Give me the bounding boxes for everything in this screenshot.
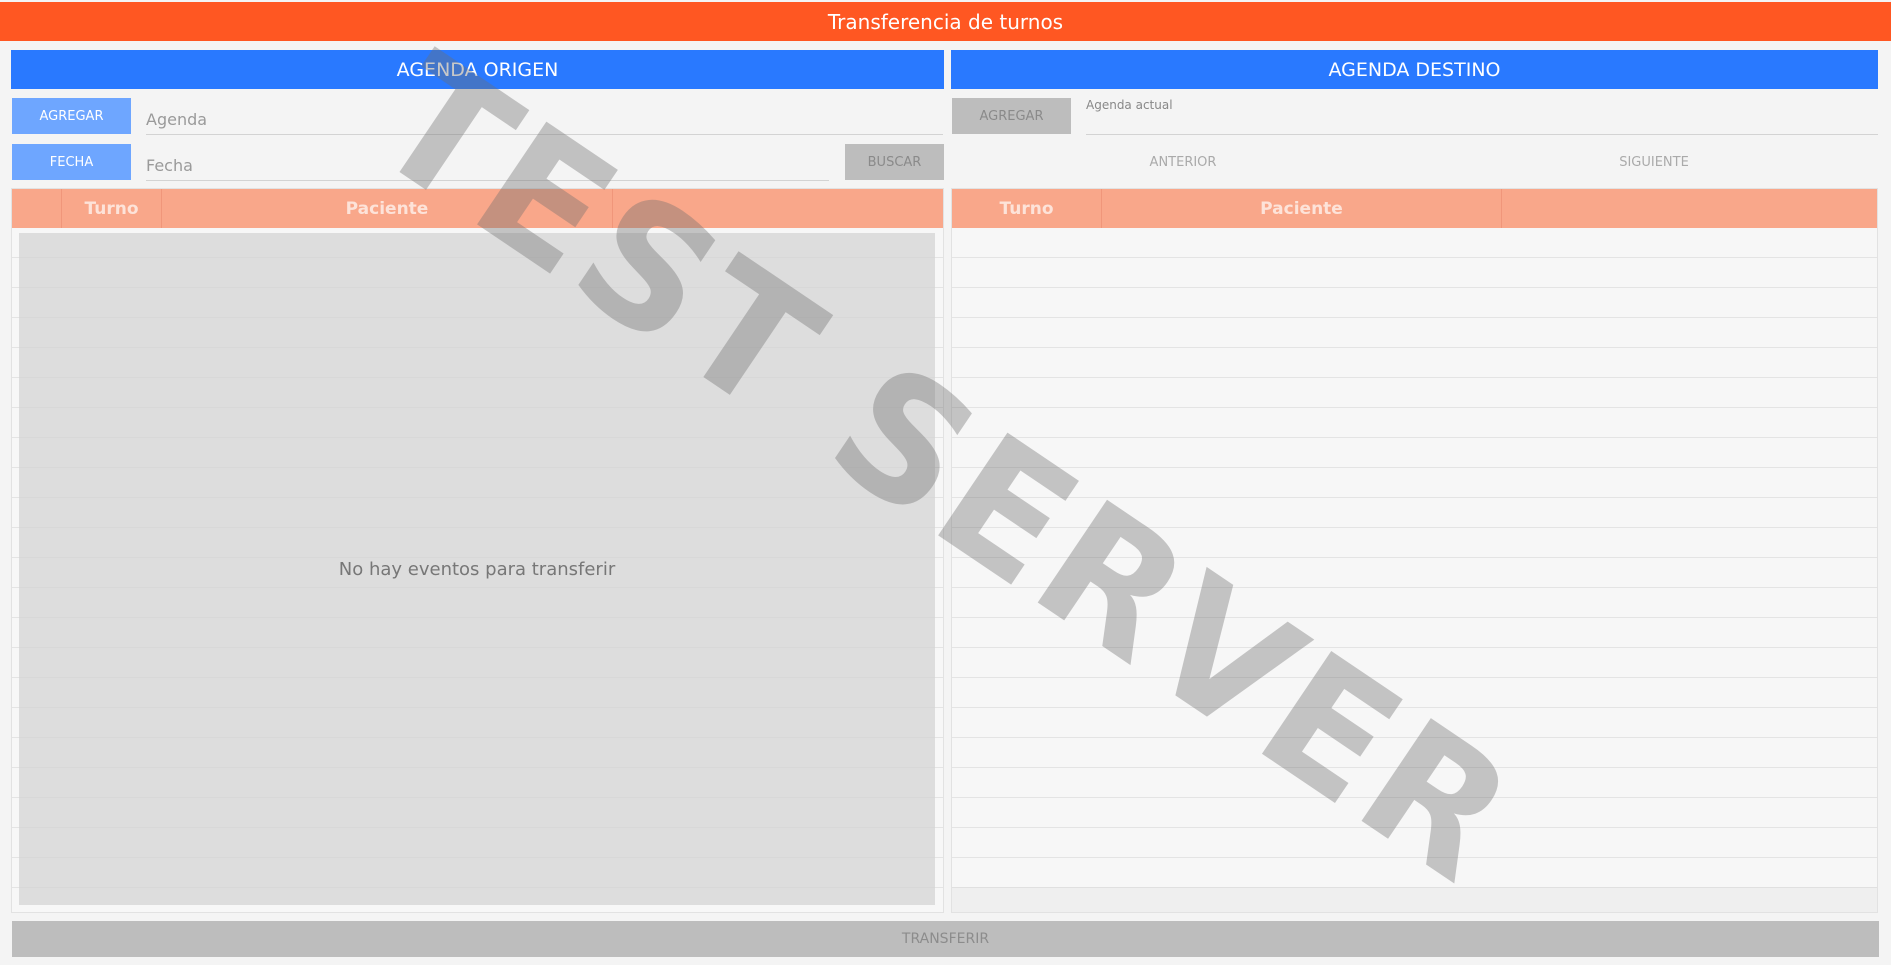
destination-column-turno[interactable]: Turno (952, 189, 1102, 228)
origin-events-table: Turno Paciente No hay eventos para trans… (11, 188, 944, 913)
origin-agenda-field[interactable] (146, 110, 943, 135)
origin-table-header: Turno Paciente (12, 189, 943, 228)
previous-button[interactable]: ANTERIOR (1103, 144, 1263, 180)
empty-message: No hay eventos para transferir (338, 558, 616, 580)
origin-extra-column (613, 189, 943, 228)
transfer-button[interactable]: TRANSFERIR (12, 921, 1879, 957)
origin-date-field[interactable] (146, 156, 829, 181)
window-title: Transferencia de turnos (0, 2, 1891, 41)
destination-table-rows (952, 228, 1877, 912)
origin-agenda-input[interactable] (146, 110, 943, 129)
destination-events-table: Turno Paciente (951, 188, 1878, 913)
origin-column-turno[interactable]: Turno (62, 189, 162, 228)
origin-panel-header: AGENDA ORIGEN (11, 50, 944, 89)
destination-add-button[interactable]: AGREGAR (952, 98, 1071, 134)
destination-panel-header: AGENDA DESTINO (951, 50, 1878, 89)
next-button[interactable]: SIGUIENTE (1574, 144, 1734, 180)
destination-table-footer (952, 887, 1877, 912)
origin-add-button[interactable]: AGREGAR (12, 98, 131, 134)
destination-agenda-field[interactable]: Agenda actual (1086, 98, 1878, 135)
origin-date-button[interactable]: FECHA (12, 144, 131, 180)
origin-date-input[interactable] (146, 156, 829, 175)
destination-agenda-label: Agenda actual (1086, 98, 1173, 112)
origin-select-column[interactable] (12, 189, 62, 228)
destination-column-paciente[interactable]: Paciente (1102, 189, 1502, 228)
destination-extra-column (1502, 189, 1877, 228)
origin-column-paciente[interactable]: Paciente (162, 189, 613, 228)
origin-empty-overlay: No hay eventos para transferir (19, 233, 935, 905)
destination-table-header: Turno Paciente (952, 189, 1877, 228)
search-button[interactable]: BUSCAR (845, 144, 944, 180)
